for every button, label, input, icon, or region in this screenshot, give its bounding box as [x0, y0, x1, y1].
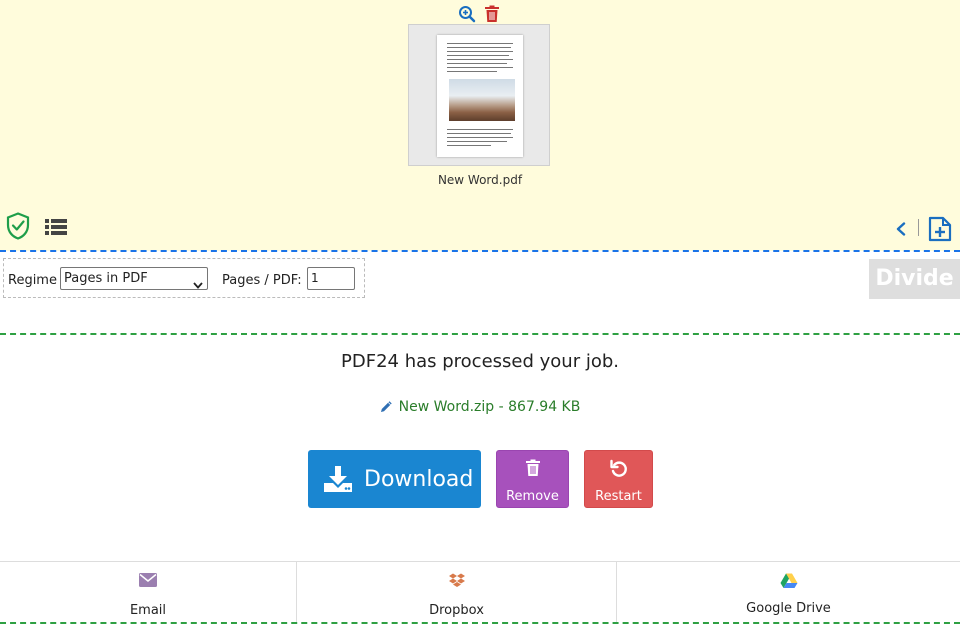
- pages-per-pdf-label: Pages / PDF:: [222, 273, 302, 288]
- regime-label: Regime: [8, 273, 57, 288]
- restart-button[interactable]: Restart: [584, 450, 653, 508]
- download-label: Download: [364, 467, 474, 492]
- trash-icon[interactable]: [484, 5, 500, 23]
- undo-icon: [585, 459, 652, 479]
- section-divider: [0, 250, 960, 252]
- section-divider: [0, 622, 960, 624]
- regime-select[interactable]: Pages in PDF: [60, 267, 208, 290]
- add-file-icon[interactable]: [928, 216, 952, 246]
- share-email-button[interactable]: Email: [0, 562, 297, 623]
- restart-label: Restart: [595, 489, 642, 504]
- google-drive-icon: [617, 573, 960, 589]
- job-status-message: PDF24 has processed your job.: [341, 351, 619, 372]
- toolbar-separator: [918, 219, 919, 236]
- preview-photo: [449, 79, 515, 121]
- regime-select-value: Pages in PDF: [64, 271, 148, 286]
- file-actions: [458, 5, 500, 23]
- divide-button[interactable]: Divide: [869, 259, 960, 299]
- dropbox-icon: [297, 573, 616, 590]
- shield-check-icon[interactable]: [6, 212, 30, 244]
- pencil-icon[interactable]: [380, 399, 399, 415]
- share-dropbox-label: Dropbox: [429, 603, 484, 618]
- share-dropbox-button[interactable]: Dropbox: [297, 562, 617, 623]
- trash-icon: [497, 459, 568, 477]
- list-view-icon[interactable]: [45, 219, 67, 239]
- remove-button[interactable]: Remove: [496, 450, 569, 508]
- file-name: New Word.pdf: [437, 173, 523, 187]
- download-icon: [324, 466, 352, 496]
- download-button[interactable]: Download: [308, 450, 481, 508]
- share-bar: Email Dropbox Google Drive: [0, 561, 960, 623]
- section-divider: [0, 333, 960, 335]
- pages-per-pdf-input[interactable]: 1: [307, 267, 355, 290]
- zoom-in-icon[interactable]: [458, 5, 476, 23]
- file-thumbnail[interactable]: [408, 24, 550, 166]
- email-icon: [0, 573, 296, 587]
- pdf-page-preview: [437, 35, 523, 157]
- chevron-left-icon[interactable]: [895, 221, 907, 240]
- share-google-drive-label: Google Drive: [746, 601, 831, 616]
- result-file-link[interactable]: New Word.zip - 867.94 KB: [399, 399, 581, 415]
- share-email-label: Email: [129, 603, 167, 618]
- result-file[interactable]: New Word.zip - 867.94 KB: [0, 399, 960, 415]
- share-google-drive-button[interactable]: Google Drive: [617, 562, 960, 623]
- remove-label: Remove: [506, 489, 559, 504]
- chevron-down-icon: [193, 275, 203, 296]
